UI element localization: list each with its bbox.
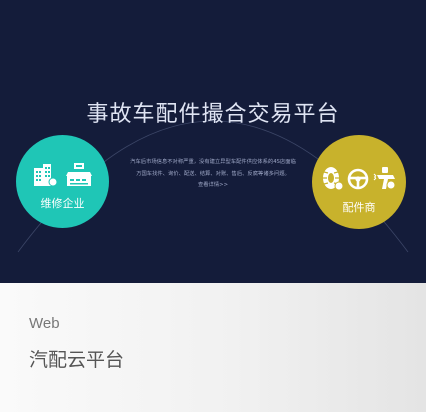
tire-icon bbox=[323, 167, 344, 191]
project-card[interactable]: 事故车配件撮合交易平台 汽车后市场信息不对称严重，没有建立异型车配件供应体系的4… bbox=[0, 0, 426, 412]
project-banner: 事故车配件撮合交易平台 汽车后市场信息不对称严重，没有建立异型车配件供应体系的4… bbox=[0, 0, 426, 283]
building-icon bbox=[34, 164, 58, 187]
banner-headline: 事故车配件撮合交易平台 bbox=[86, 102, 340, 127]
project-footer: Web 汽配云平台 bbox=[0, 283, 426, 412]
factory-icon bbox=[66, 163, 92, 186]
spray-gun-icon bbox=[373, 167, 396, 190]
description-line: 万国车找件、询价、配送、结算、对账、售后、反腐等诸多问题。 bbox=[136, 170, 290, 177]
parts-dealer-circle: 配件商 bbox=[312, 135, 406, 229]
project-category: Web bbox=[29, 315, 60, 332]
repair-enterprise-label: 维修企业 bbox=[40, 197, 85, 210]
parts-dealer-label: 配件商 bbox=[342, 201, 376, 214]
more-link[interactable]: 查看详情>> bbox=[118, 180, 308, 192]
repair-enterprise-circle: 维修企业 bbox=[16, 135, 109, 228]
banner-description: 汽车后市场信息不对称严重，没有建立异型车配件供应体系的4S店面临 万国车找件、询… bbox=[118, 157, 308, 192]
description-line: 汽车后市场信息不对称严重，没有建立异型车配件供应体系的4S店面临 bbox=[130, 159, 296, 165]
project-title[interactable]: 汽配云平台 bbox=[29, 345, 124, 372]
steering-wheel-icon bbox=[347, 168, 369, 190]
